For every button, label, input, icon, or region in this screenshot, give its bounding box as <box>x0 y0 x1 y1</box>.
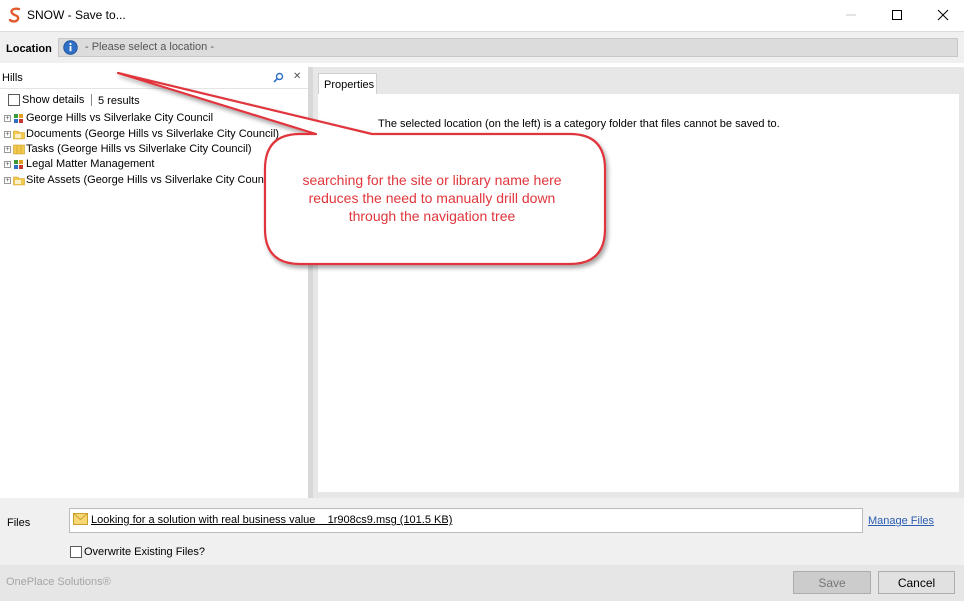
tree-item[interactable]: + Documents (George Hills vs Silverlake … <box>4 128 304 143</box>
files-label: Files <box>7 517 31 529</box>
tasks-list-icon <box>13 144 25 155</box>
window-title: SNOW - Save to... <box>27 8 126 22</box>
cancel-button[interactable]: Cancel <box>878 571 955 594</box>
divider <box>91 94 92 106</box>
info-icon <box>63 40 78 55</box>
close-button[interactable] <box>920 0 964 30</box>
tree-item-label: Legal Matter Management <box>26 158 155 170</box>
tree-item-label: Site Assets (George Hills vs Silverlake … <box>26 174 278 186</box>
properties-panel: Properties The selected location (on the… <box>313 67 964 498</box>
expand-icon[interactable]: + <box>4 115 11 122</box>
tree-item[interactable]: + Tasks (George Hills vs Silverlake City… <box>4 143 304 158</box>
expand-icon[interactable]: + <box>4 146 11 153</box>
manage-files-link[interactable]: Manage Files <box>868 515 934 527</box>
close-icon <box>937 9 949 21</box>
show-details-label[interactable]: Show details <box>22 94 84 106</box>
clear-search-icon[interactable]: ✕ <box>293 71 301 82</box>
navigation-panel: ✕ Show details 5 results + George Hills … <box>0 67 309 498</box>
files-area: Files Looking for a solution with real b… <box>0 498 964 565</box>
search-row: ✕ <box>0 67 309 89</box>
files-field[interactable]: Looking for a solution with real busines… <box>69 508 863 533</box>
site-icon <box>14 114 23 123</box>
tab-properties[interactable]: Properties <box>318 73 377 95</box>
tree-item-label: George Hills vs Silverlake City Council <box>26 112 214 124</box>
search-icon[interactable] <box>273 72 284 83</box>
maximize-icon <box>892 10 902 20</box>
properties-body: The selected location (on the left) is a… <box>318 94 959 492</box>
callout-line: searching for the site or library name h… <box>302 172 562 188</box>
location-text: - Please select a location - <box>85 41 215 53</box>
location-field[interactable]: - Please select a location - <box>58 38 958 57</box>
expand-icon[interactable]: + <box>4 177 11 184</box>
details-row: Show details 5 results <box>0 90 309 112</box>
overwrite-checkbox[interactable] <box>70 546 82 558</box>
callout-text: searching for the site or library name h… <box>272 171 592 225</box>
search-input[interactable] <box>2 69 262 86</box>
maximize-button[interactable] <box>874 0 920 30</box>
minimize-icon <box>846 14 856 16</box>
brand-label: OnePlace Solutions® <box>6 576 111 588</box>
properties-message: The selected location (on the left) is a… <box>378 118 780 130</box>
snow-logo-icon <box>8 7 21 23</box>
library-folder-icon <box>13 176 25 186</box>
title-bar: SNOW - Save to... <box>0 0 964 30</box>
file-name-link[interactable]: Looking for a solution with real busines… <box>91 514 452 526</box>
save-button[interactable]: Save <box>793 571 871 594</box>
expand-icon[interactable]: + <box>4 161 11 168</box>
location-label: Location <box>6 43 52 55</box>
expand-icon[interactable]: + <box>4 131 11 138</box>
footer: OnePlace Solutions® Save Cancel <box>0 565 964 601</box>
tree-item[interactable]: + George Hills vs Silverlake City Counci… <box>4 112 304 127</box>
tree-item[interactable]: + Legal Matter Management <box>4 158 304 173</box>
results-count: 5 results <box>98 95 140 107</box>
site-icon <box>14 160 23 169</box>
tree-item-label: Documents (George Hills vs Silverlake Ci… <box>26 128 280 140</box>
location-bar: Location - Please select a location - <box>0 31 964 63</box>
callout-line: through the navigation tree <box>348 208 516 224</box>
tree-item-label: Tasks (George Hills vs Silverlake City C… <box>26 143 252 155</box>
show-details-checkbox[interactable] <box>8 94 20 106</box>
minimize-button[interactable] <box>828 0 874 30</box>
mail-icon <box>73 513 88 525</box>
overwrite-label[interactable]: Overwrite Existing Files? <box>84 546 205 558</box>
library-folder-icon <box>13 130 25 140</box>
callout-line: reduces the need to manually drill down <box>308 190 556 206</box>
tree-item[interactable]: + Site Assets (George Hills vs Silverlak… <box>4 174 304 189</box>
